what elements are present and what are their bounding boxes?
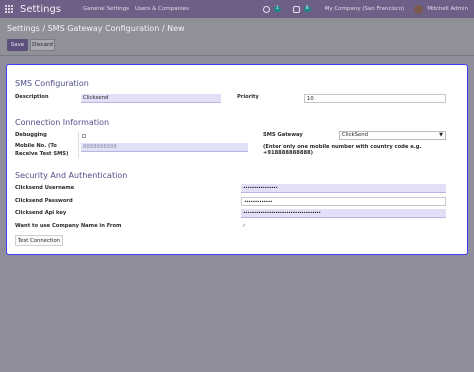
activity-count-badge: 1	[273, 6, 281, 12]
password-input[interactable]: •••••••••••••	[241, 197, 446, 206]
company-name-label: Want to use Company Name in From	[15, 223, 122, 229]
password-label: Clicksend Password	[15, 198, 73, 204]
navbar-systray: 1 6 My Company (San Francisco) Mitchell …	[262, 0, 468, 18]
message-count-badge: 6	[303, 6, 311, 12]
company-switcher[interactable]: My Company (San Francisco)	[325, 6, 405, 12]
form-sheet: SMS Configuration Description Clicksend …	[6, 64, 468, 255]
description-label: Description	[15, 94, 49, 100]
activity-clock-icon[interactable]	[262, 5, 270, 13]
test-connection-button[interactable]: Test Connection	[15, 235, 63, 246]
password-masked: •••••••••••••	[244, 200, 273, 205]
description-input[interactable]: Clicksend	[81, 94, 221, 103]
section-title-sms: SMS Configuration	[15, 79, 89, 88]
api-key-masked: ••••••••••••••••••••••••••••••••••••	[243, 211, 321, 216]
user-avatar[interactable]	[414, 4, 424, 14]
sms-gateway-label: SMS Gateway	[263, 132, 303, 138]
breadcrumb[interactable]: Settings / SMS Gateway Configuration / N…	[7, 24, 185, 33]
sms-gateway-value: ClickSend	[342, 132, 368, 138]
priority-input[interactable]: 10	[304, 94, 446, 103]
top-navbar: Settings General Settings Users & Compan…	[0, 0, 474, 18]
menu-general-settings[interactable]: General Settings	[83, 6, 129, 12]
chevron-down-icon: ▼	[439, 132, 443, 138]
app-title[interactable]: Settings	[20, 4, 61, 15]
username-input[interactable]: ••••••••••••••••	[241, 184, 446, 193]
divider	[0, 55, 474, 56]
column-separator	[78, 132, 79, 158]
control-panel: Settings / SMS Gateway Configuration / N…	[0, 18, 474, 56]
api-key-input[interactable]: ••••••••••••••••••••••••••••••••••••	[241, 209, 446, 218]
discard-button[interactable]: Discard	[30, 39, 55, 51]
section-title-connection: Connection Information	[15, 118, 110, 127]
company-name-checkbox[interactable]: ✓	[242, 224, 246, 229]
messages-icon[interactable]	[292, 5, 300, 13]
save-button[interactable]: Save	[7, 39, 28, 51]
mobile-label-line2: Receive Test SMS)	[15, 151, 69, 157]
priority-label: Priority	[237, 94, 259, 100]
mobile-label-line1: Mobile No. (To	[15, 143, 57, 149]
debugging-checkbox[interactable]	[82, 134, 86, 138]
mobile-hint: (Enter only one mobile number with count…	[263, 144, 422, 156]
username-label: Clicksend Username	[15, 185, 75, 191]
section-title-security: Security And Authentication	[15, 171, 128, 180]
apps-menu-icon[interactable]	[5, 5, 13, 13]
mobile-input[interactable]: 8888888888	[81, 143, 248, 152]
api-key-label: Clicksend Api key	[15, 210, 67, 216]
debugging-label: Debugging	[15, 132, 47, 138]
username-masked: ••••••••••••••••	[243, 186, 278, 191]
user-menu[interactable]: Mitchell Admin	[427, 6, 468, 12]
menu-users-companies[interactable]: Users & Companies	[135, 6, 189, 12]
sms-gateway-select[interactable]: ClickSend ▼	[339, 131, 446, 140]
